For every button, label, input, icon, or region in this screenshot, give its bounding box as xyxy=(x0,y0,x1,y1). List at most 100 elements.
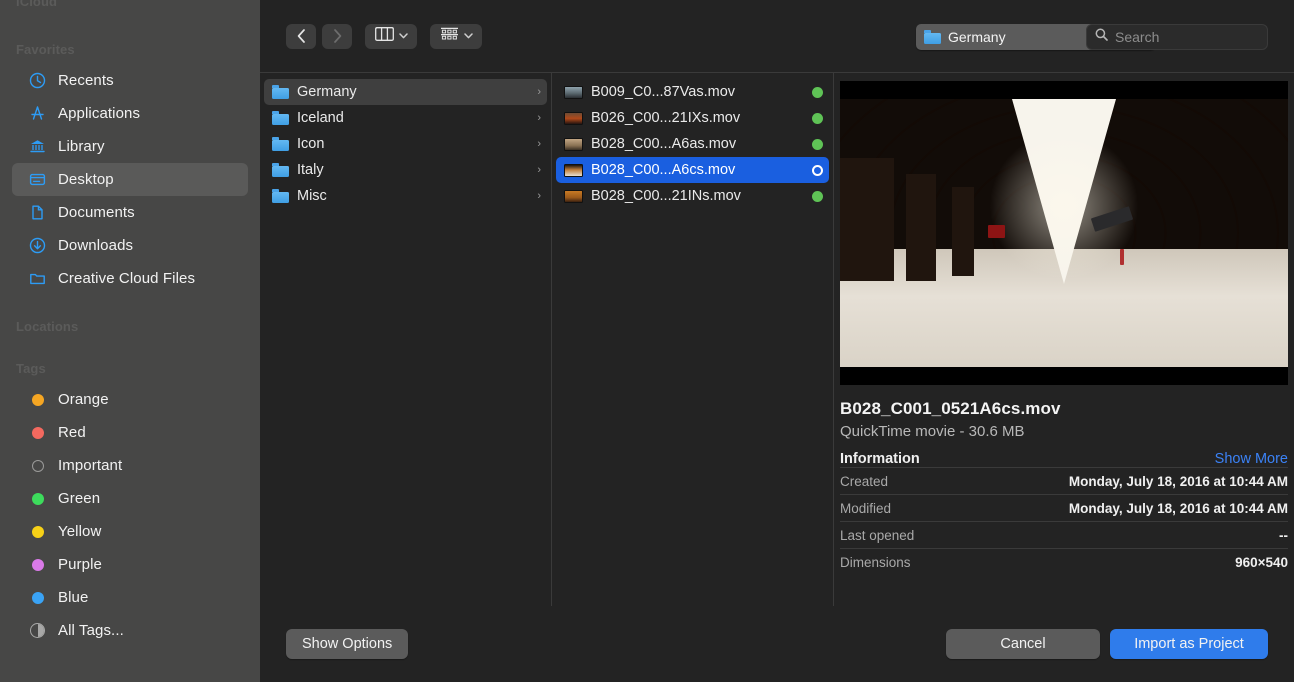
chevron-right-icon: › xyxy=(537,164,541,176)
folder-column: Germany › Iceland › Icon › Italy › xyxy=(260,73,552,606)
info-row-dimensions: Dimensions 960×540 xyxy=(840,548,1288,575)
tag-dot-icon xyxy=(812,165,823,176)
show-more-link[interactable]: Show More xyxy=(1215,451,1288,467)
chevron-right-icon: › xyxy=(537,86,541,98)
folder-name: Italy xyxy=(297,162,529,178)
group-items-icon xyxy=(440,27,459,46)
sidebar-item-downloads[interactable]: Downloads xyxy=(12,229,248,262)
folder-row-germany[interactable]: Germany › xyxy=(264,79,547,105)
info-row-modified: Modified Monday, July 18, 2016 at 10:44 … xyxy=(840,494,1288,521)
sidebar-tag-yellow[interactable]: Yellow xyxy=(12,515,248,548)
sidebar-tag-purple[interactable]: Purple xyxy=(12,548,248,581)
tag-dot-icon xyxy=(812,191,823,202)
tag-dot-icon xyxy=(28,390,47,409)
library-icon xyxy=(28,137,47,156)
file-name: B028_C00...A6as.mov xyxy=(591,136,804,152)
tag-dot-icon xyxy=(812,113,823,124)
sidebar-item-recents[interactable]: Recents xyxy=(12,64,248,97)
sidebar-tag-label: Green xyxy=(58,490,100,507)
folder-row-italy[interactable]: Italy › xyxy=(264,157,547,183)
sidebar-item-label: Downloads xyxy=(58,237,133,254)
toolbar: Germany ▲▼ Search xyxy=(260,0,1294,72)
tunnel-image xyxy=(840,99,1288,367)
document-icon xyxy=(28,203,47,222)
sidebar-tag-important[interactable]: Important xyxy=(12,449,248,482)
info-value: -- xyxy=(1279,528,1288,543)
file-column: B009_C0...87Vas.mov B026_C00...21IXs.mov… xyxy=(552,73,834,606)
folder-icon xyxy=(272,111,289,125)
info-key: Modified xyxy=(840,501,891,516)
information-header: Information Show More xyxy=(840,451,1288,467)
sidebar-item-applications[interactable]: Applications xyxy=(12,97,248,130)
applications-icon xyxy=(28,104,47,123)
info-value: Monday, July 18, 2016 at 10:44 AM xyxy=(1069,474,1288,489)
file-picker-dialog: iCloud Favorites Recents Applications Li… xyxy=(0,0,1294,682)
info-key: Last opened xyxy=(840,528,914,543)
sidebar-item-documents[interactable]: Documents xyxy=(12,196,248,229)
sidebar-tag-blue[interactable]: Blue xyxy=(12,581,248,614)
folder-row-misc[interactable]: Misc › xyxy=(264,183,547,209)
folder-name: Iceland xyxy=(297,110,529,126)
folder-name: Icon xyxy=(297,136,529,152)
sidebar-item-label: Documents xyxy=(58,204,135,221)
preview-column: B028_C001_0521A6cs.mov QuickTime movie -… xyxy=(834,73,1294,606)
download-icon xyxy=(28,236,47,255)
show-options-button[interactable]: Show Options xyxy=(286,629,408,659)
file-row[interactable]: B028_C00...21INs.mov xyxy=(556,183,829,209)
search-field[interactable]: Search xyxy=(1086,24,1268,50)
search-icon xyxy=(1095,28,1108,46)
sidebar-header-favorites: Favorites xyxy=(0,36,260,64)
chevron-right-icon: › xyxy=(537,138,541,150)
sidebar-tag-label: Red xyxy=(58,424,86,441)
info-key: Dimensions xyxy=(840,555,911,570)
group-items-button[interactable] xyxy=(430,24,482,49)
sidebar-tag-label: All Tags... xyxy=(58,622,124,639)
folder-icon xyxy=(272,189,289,203)
dialog-buttons: Show Options Cancel Import as Project xyxy=(260,606,1294,682)
folder-name: Misc xyxy=(297,188,529,204)
sidebar-tag-label: Blue xyxy=(58,589,88,606)
cancel-button[interactable]: Cancel xyxy=(946,629,1100,659)
import-as-project-button[interactable]: Import as Project xyxy=(1110,629,1268,659)
file-row-selected[interactable]: B028_C00...A6cs.mov xyxy=(556,157,829,183)
file-thumbnail xyxy=(564,190,583,203)
file-name: B026_C00...21IXs.mov xyxy=(591,110,804,126)
file-row[interactable]: B026_C00...21IXs.mov xyxy=(556,105,829,131)
folder-row-iceland[interactable]: Iceland › xyxy=(264,105,547,131)
column-view-icon xyxy=(375,27,394,46)
sidebar-tag-label: Orange xyxy=(58,391,109,408)
sidebar-tag-all-tags[interactable]: All Tags... xyxy=(12,614,248,647)
sidebar-tag-red[interactable]: Red xyxy=(12,416,248,449)
back-button[interactable] xyxy=(286,24,316,49)
sidebar-item-desktop[interactable]: Desktop xyxy=(12,163,248,196)
file-row[interactable]: B009_C0...87Vas.mov xyxy=(556,79,829,105)
sidebar-header-tags: Tags xyxy=(0,355,260,383)
chevron-down-icon xyxy=(464,32,473,41)
chevron-right-icon: › xyxy=(537,190,541,202)
information-title: Information xyxy=(840,451,920,467)
sidebar-tag-green[interactable]: Green xyxy=(12,482,248,515)
sidebar-tag-label: Important xyxy=(58,457,122,474)
view-mode-button[interactable] xyxy=(365,24,417,49)
sidebar-item-library[interactable]: Library xyxy=(12,130,248,163)
all-tags-icon xyxy=(28,621,47,640)
file-thumbnail xyxy=(564,164,583,177)
folder-icon xyxy=(272,85,289,99)
tag-dot-icon xyxy=(28,489,47,508)
search-placeholder: Search xyxy=(1115,29,1159,45)
tag-dot-icon xyxy=(28,423,47,442)
folder-row-icon[interactable]: Icon › xyxy=(264,131,547,157)
tag-dot-icon xyxy=(812,139,823,150)
sidebar-tag-orange[interactable]: Orange xyxy=(12,383,248,416)
chevron-right-icon: › xyxy=(537,112,541,124)
folder-icon xyxy=(272,137,289,151)
forward-button[interactable] xyxy=(322,24,352,49)
desktop-icon xyxy=(28,170,47,189)
sidebar-tag-label: Yellow xyxy=(58,523,101,540)
sidebar-tag-label: Purple xyxy=(58,556,102,573)
preview-media xyxy=(840,81,1288,385)
clock-icon xyxy=(28,71,47,90)
sidebar-item-creative-cloud-files[interactable]: Creative Cloud Files xyxy=(12,262,248,295)
sidebar-item-label: Creative Cloud Files xyxy=(58,270,195,287)
file-row[interactable]: B028_C00...A6as.mov xyxy=(556,131,829,157)
